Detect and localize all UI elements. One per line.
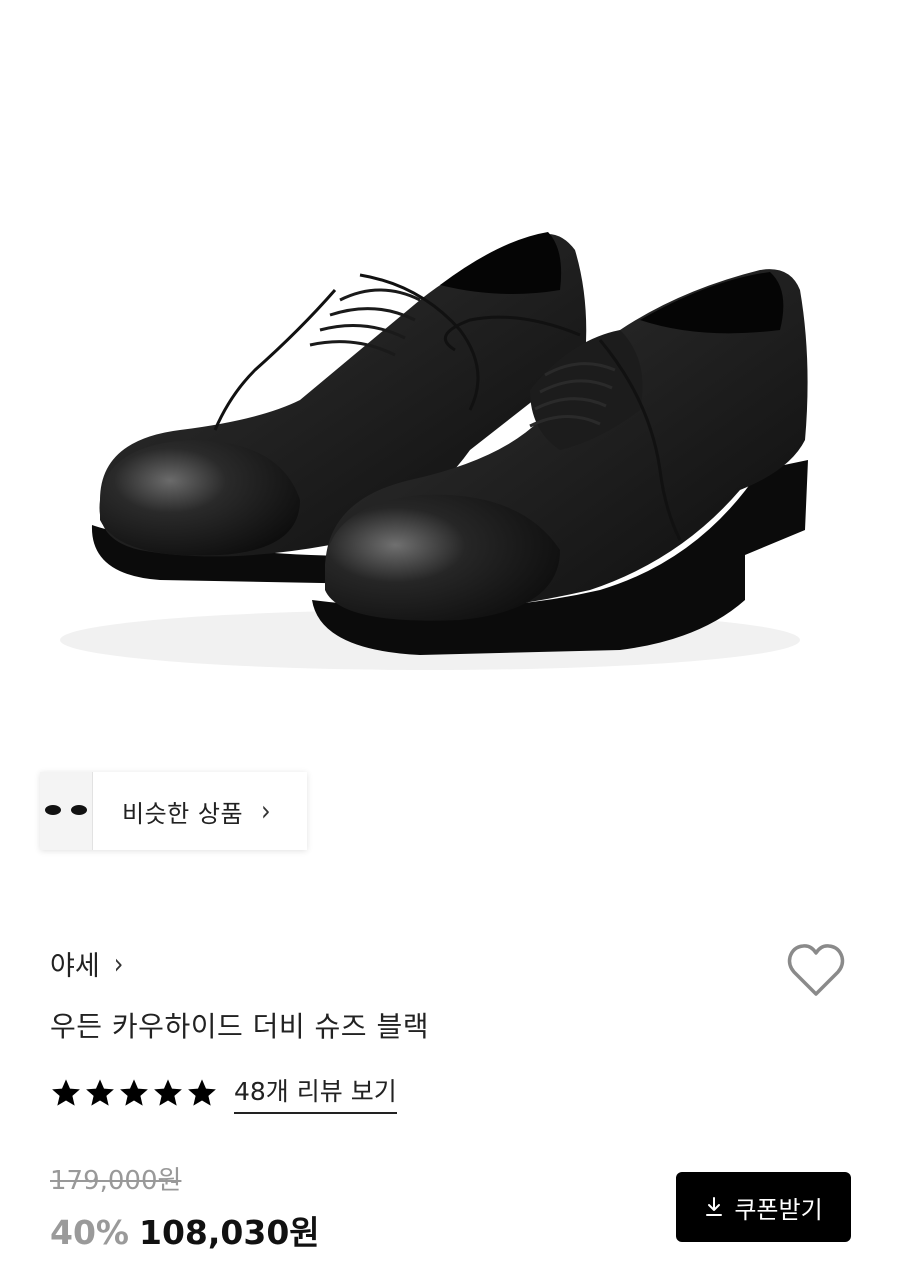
heart-icon <box>787 944 845 996</box>
rating-stars <box>50 1077 218 1109</box>
star-icon <box>154 1079 182 1106</box>
product-hero-image[interactable] <box>0 0 900 760</box>
chevron-right-icon: › <box>113 946 124 981</box>
product-title: 우든 카우하이드 더비 슈즈 블랙 <box>50 1010 429 1043</box>
chevron-right-icon: › <box>261 794 271 828</box>
discount-rate: 40% <box>50 1213 129 1252</box>
star-icon <box>120 1079 148 1106</box>
star-icon <box>52 1079 80 1106</box>
wishlist-button[interactable] <box>786 942 846 1000</box>
similar-thumbnails <box>40 772 93 850</box>
review-link[interactable]: 48개 리뷰 보기 <box>234 1072 397 1114</box>
similar-products-label: 비슷한 상품 <box>122 799 244 828</box>
brand-link[interactable]: 야세 › <box>50 944 123 983</box>
similar-thumbnail <box>66 772 93 850</box>
shoes-illustration <box>60 232 808 670</box>
star-icon <box>86 1079 114 1106</box>
similar-products-button[interactable]: 비슷한 상품 › <box>40 772 307 850</box>
original-price: 179,000원 <box>50 1166 182 1196</box>
similar-thumbnail <box>40 772 67 850</box>
download-icon <box>706 1197 723 1216</box>
sale-price: 108,030원 <box>139 1213 320 1252</box>
brand-name: 야세 <box>50 951 100 982</box>
price-row: 40% 108,030원 <box>50 1206 320 1254</box>
coupon-button[interactable]: 쿠폰받기 <box>676 1172 851 1242</box>
coupon-label: 쿠폰받기 <box>734 1195 823 1224</box>
rating-row: 48개 리뷰 보기 <box>50 1072 397 1114</box>
star-icon <box>188 1079 216 1106</box>
